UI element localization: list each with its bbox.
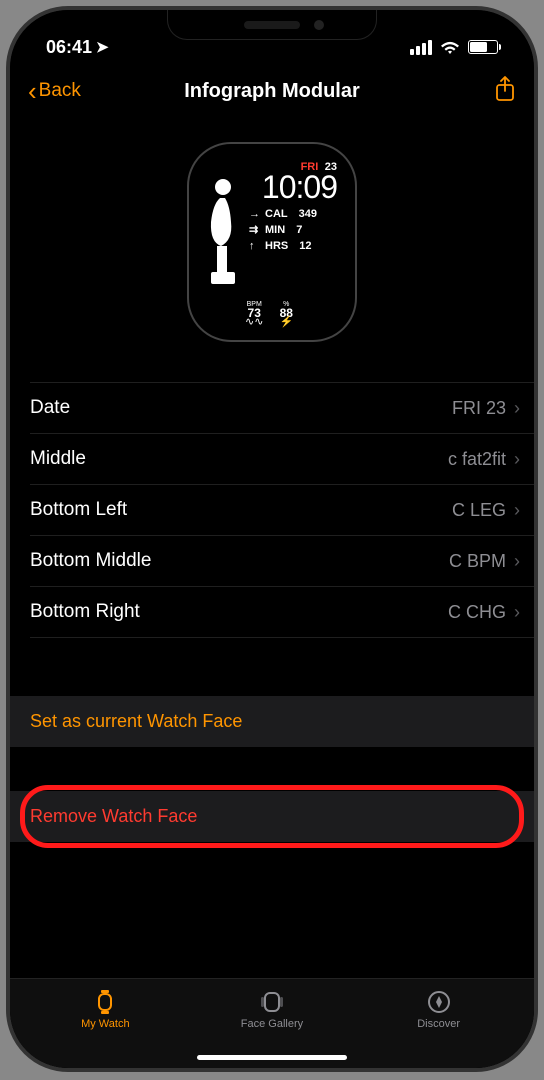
complications-list: Date FRI 23› Middle c fat2fit› Bottom Le…	[10, 382, 534, 638]
screen: 06:41 ➤ ‹ Back Infograph Modular	[10, 10, 534, 1068]
gallery-icon	[258, 989, 286, 1015]
home-indicator[interactable]	[197, 1055, 347, 1060]
tab-discover[interactable]: Discover	[356, 989, 521, 1030]
complication-bottom-right[interactable]: Bottom Right C CHG›	[30, 587, 534, 638]
action-group: Set as current Watch Face Remove Watch F…	[10, 696, 534, 842]
watch-face-preview: FRI 23 10:09 →CAL 349 ⇉MIN 7 ↑HRS 12	[187, 142, 357, 342]
wf-charge: % 88 ⚡	[279, 300, 293, 327]
set-current-watch-face-button[interactable]: Set as current Watch Face	[10, 696, 534, 747]
page-title: Infograph Modular	[10, 80, 534, 103]
wf-activity-stats: →CAL 349 ⇉MIN 7 ↑HRS 12	[249, 206, 337, 254]
navigation-bar: ‹ Back Infograph Modular	[10, 66, 534, 124]
tab-label: Face Gallery	[241, 1018, 303, 1030]
back-button[interactable]: ‹ Back	[28, 80, 81, 102]
share-button[interactable]	[494, 76, 516, 107]
share-icon	[494, 76, 516, 102]
location-icon: ➤	[96, 38, 109, 56]
wf-time: 10:09	[262, 169, 337, 206]
annotation-highlight	[20, 785, 524, 848]
complication-bottom-left[interactable]: Bottom Left C LEG›	[30, 485, 534, 536]
tab-my-watch[interactable]: My Watch	[23, 989, 188, 1030]
back-label: Back	[39, 80, 81, 102]
complication-bottom-middle[interactable]: Bottom Middle C BPM›	[30, 536, 534, 587]
tab-face-gallery[interactable]: Face Gallery	[189, 989, 354, 1030]
chevron-right-icon: ›	[514, 500, 520, 521]
status-time: 06:41	[46, 37, 92, 58]
tab-label: Discover	[417, 1018, 460, 1030]
remove-watch-face-button[interactable]: Remove Watch Face	[10, 791, 534, 842]
chevron-right-icon: ›	[514, 551, 520, 572]
wifi-icon	[440, 40, 460, 55]
chevron-right-icon: ›	[514, 398, 520, 419]
phone-frame: 06:41 ➤ ‹ Back Infograph Modular	[6, 6, 538, 1072]
battery-icon	[468, 40, 498, 54]
watch-icon	[91, 989, 119, 1015]
tab-label: My Watch	[81, 1018, 130, 1030]
body-figure-icon	[203, 178, 249, 291]
complication-date[interactable]: Date FRI 23›	[30, 382, 534, 434]
chevron-right-icon: ›	[514, 602, 520, 623]
notch	[167, 10, 377, 40]
cellular-icon	[410, 40, 432, 55]
complication-middle[interactable]: Middle c fat2fit›	[30, 434, 534, 485]
compass-icon	[425, 989, 453, 1015]
wf-bpm: BPM 73 ∿∿	[245, 300, 263, 327]
chevron-right-icon: ›	[514, 449, 520, 470]
content-scroll[interactable]: FRI 23 10:09 →CAL 349 ⇉MIN 7 ↑HRS 12	[10, 130, 534, 994]
